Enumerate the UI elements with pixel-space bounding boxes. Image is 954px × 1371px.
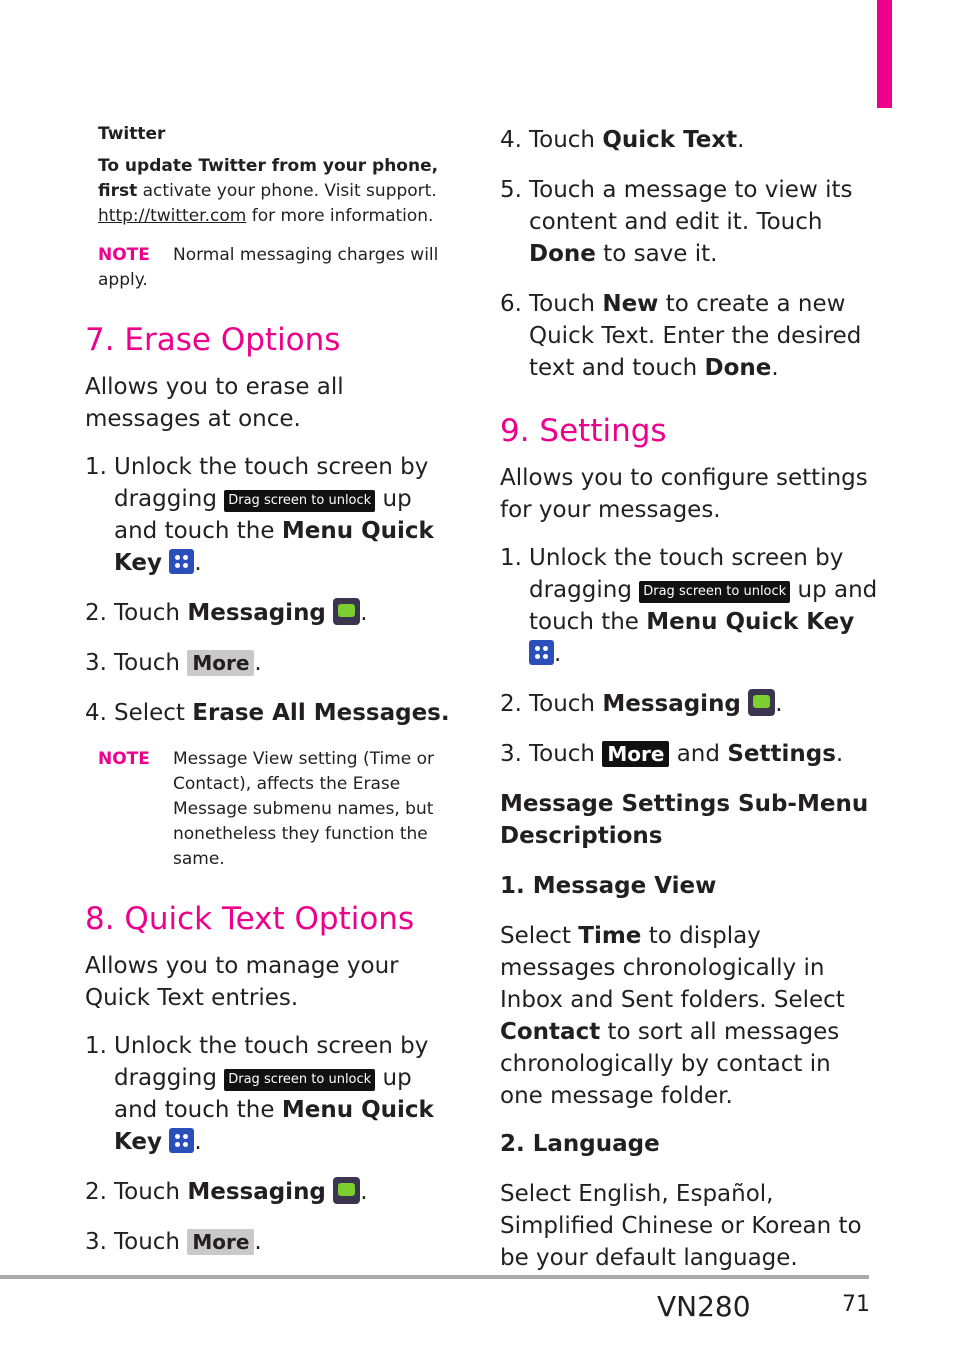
- message-view-text: Select Time to display messages chronolo…: [500, 923, 845, 1109]
- list-item: 5. Touch a message to view its content an…: [500, 177, 853, 267]
- section-9-steps: 1. Unlock the touch screen by dragging Dr…: [500, 542, 880, 770]
- section-8-title: 8. Quick Text Options: [85, 901, 415, 937]
- section-7-intro: Allows you to erase all messages at once…: [85, 374, 344, 432]
- note-charges: NOTE Normal messaging charges will apply.: [98, 245, 439, 290]
- page-number: 71: [842, 1292, 870, 1317]
- twitter-heading: Twitter: [98, 124, 166, 144]
- list-item: 1. Unlock the touch screen by dragging Dr…: [85, 454, 434, 576]
- list-item: 3. Touch More.: [85, 1229, 262, 1255]
- list-item: 1. Unlock the touch screen by dragging Dr…: [85, 1033, 434, 1155]
- list-item: 2. Touch Messaging .: [500, 689, 783, 717]
- section-8-steps: 1. Unlock the touch screen by dragging Dr…: [85, 1030, 455, 1258]
- section-7-steps: 1. Unlock the touch screen by dragging Dr…: [85, 451, 455, 729]
- more-button-icon: More: [187, 1229, 255, 1255]
- list-item: 2. Touch Messaging .: [85, 1177, 368, 1205]
- section-8-steps-continued: 4. Touch Quick Text. 5. Touch a message to…: [500, 124, 880, 384]
- more-button-icon: More: [602, 741, 670, 767]
- message-view-heading: 1. Message View: [500, 873, 717, 899]
- messaging-icon: [333, 598, 361, 625]
- drag-to-unlock-icon: Drag screen to unlock: [639, 581, 791, 603]
- section-7-title: 7. Erase Options: [85, 322, 341, 358]
- note-erase: NOTE Message View setting (Time or Contac…: [98, 749, 435, 869]
- list-item: 2. Touch Messaging .: [85, 598, 368, 626]
- messaging-icon: [333, 1177, 361, 1204]
- right-column: 4. Touch Quick Text. 5. Touch a message to…: [500, 124, 880, 1290]
- section-9-title: 9. Settings: [500, 413, 667, 449]
- section-8-intro: Allows you to manage your Quick Text ent…: [85, 953, 399, 1011]
- list-item: 4. Touch Quick Text.: [500, 127, 745, 153]
- list-item: 4. Select Erase All Messages.: [85, 700, 450, 726]
- twitter-link[interactable]: http://twitter.com: [98, 206, 246, 226]
- list-item: 3. Touch More and Settings.: [500, 741, 844, 767]
- list-item: 1. Unlock the touch screen by dragging Dr…: [500, 545, 878, 667]
- drag-to-unlock-icon: Drag screen to unlock: [224, 490, 376, 512]
- twitter-text: To update Twitter from your phone, first…: [98, 156, 439, 226]
- menu-quick-key-icon: [169, 549, 195, 574]
- list-item: 3. Touch More.: [85, 650, 262, 676]
- language-heading: 2. Language: [500, 1131, 660, 1157]
- language-text: Select English, Español, Simplified Chin…: [500, 1181, 862, 1271]
- messaging-icon: [748, 689, 776, 716]
- section-tab-marker: [877, 0, 892, 108]
- left-column: Twitter To update Twitter from your phon…: [85, 124, 455, 1276]
- more-button-icon: More: [187, 650, 255, 676]
- drag-to-unlock-icon: Drag screen to unlock: [224, 1069, 376, 1091]
- section-9-intro: Allows you to configure settings for you…: [500, 465, 868, 523]
- model-name: VN280: [657, 1290, 751, 1323]
- menu-quick-key-icon: [169, 1128, 195, 1153]
- submenu-heading: Message Settings Sub-Menu Descriptions: [500, 791, 869, 849]
- list-item: 6. Touch New to create a new Quick Text. …: [500, 291, 862, 381]
- menu-quick-key-icon: [529, 640, 554, 665]
- footer-divider: [0, 1275, 869, 1279]
